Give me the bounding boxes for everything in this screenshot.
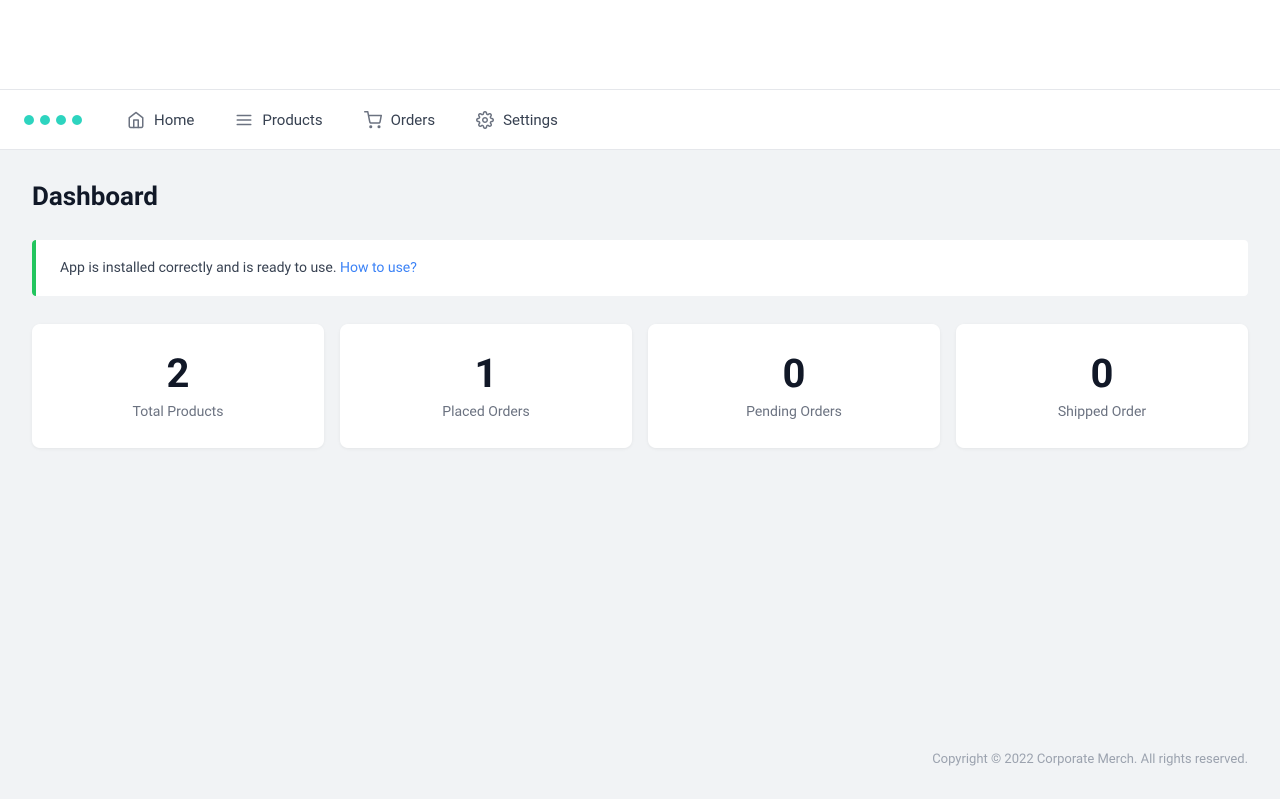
banner-text: App is installed correctly and is ready … <box>60 260 337 276</box>
stat-card-placed-orders: 1 Placed Orders <box>340 324 632 448</box>
dot-1 <box>24 115 34 125</box>
home-icon <box>126 110 146 130</box>
nav-orders-label: Orders <box>391 111 436 129</box>
footer-text: Copyright © 2022 Corporate Merch. All ri… <box>932 752 1248 767</box>
stat-card-total-products: 2 Total Products <box>32 324 324 448</box>
dot-3 <box>56 115 66 125</box>
stats-grid: 2 Total Products 1 Placed Orders 0 Pendi… <box>32 324 1248 448</box>
navbar: Home Products Orders Se <box>0 90 1280 150</box>
nav-home[interactable]: Home <box>122 104 198 136</box>
stat-number-shipped-order: 0 <box>1091 352 1114 396</box>
nav-home-label: Home <box>154 111 194 129</box>
nav-products-label: Products <box>262 111 322 129</box>
stat-label-placed-orders: Placed Orders <box>442 404 530 420</box>
stat-number-placed-orders: 1 <box>475 352 498 396</box>
stat-card-pending-orders: 0 Pending Orders <box>648 324 940 448</box>
brand-dots <box>24 115 82 125</box>
stat-number-total-products: 2 <box>167 352 190 396</box>
dot-2 <box>40 115 50 125</box>
main-content: Dashboard App is installed correctly and… <box>0 150 1280 720</box>
top-spacer <box>0 0 1280 90</box>
nav-products[interactable]: Products <box>230 104 326 136</box>
cart-icon <box>363 110 383 130</box>
page-title: Dashboard <box>32 182 1248 212</box>
stat-card-shipped-order: 0 Shipped Order <box>956 324 1248 448</box>
nav-settings-label: Settings <box>503 111 558 129</box>
info-banner: App is installed correctly and is ready … <box>32 240 1248 296</box>
gear-icon <box>475 110 495 130</box>
dot-4 <box>72 115 82 125</box>
nav-settings[interactable]: Settings <box>471 104 562 136</box>
stat-label-shipped-order: Shipped Order <box>1058 404 1146 420</box>
stat-label-pending-orders: Pending Orders <box>746 404 842 420</box>
stat-label-total-products: Total Products <box>133 404 224 420</box>
list-icon <box>234 110 254 130</box>
stat-number-pending-orders: 0 <box>783 352 806 396</box>
banner-link[interactable]: How to use? <box>340 260 417 276</box>
nav-orders[interactable]: Orders <box>359 104 440 136</box>
footer: Copyright © 2022 Corporate Merch. All ri… <box>0 720 1280 799</box>
